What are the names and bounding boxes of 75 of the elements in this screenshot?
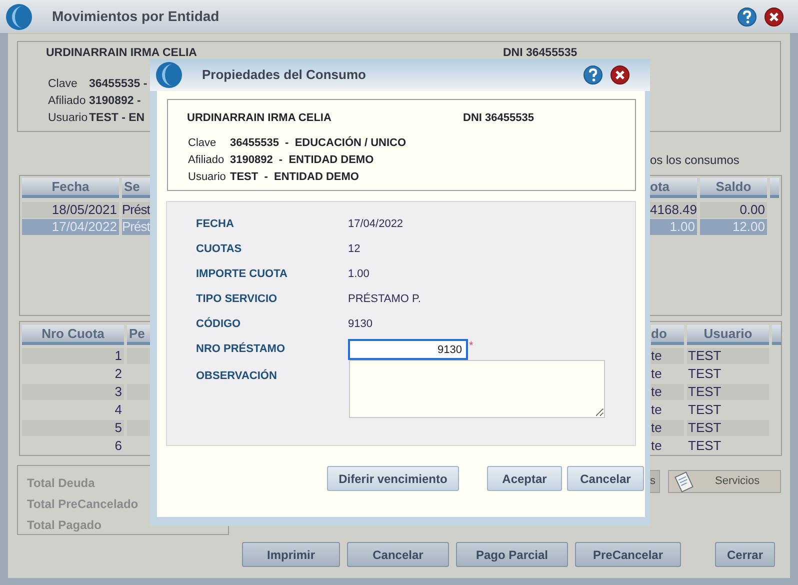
field-value: 1.00 xyxy=(348,267,370,282)
table-cell[interactable]: te xyxy=(651,384,684,400)
logo-icon xyxy=(5,2,33,30)
table-cell[interactable]: 4 xyxy=(22,402,124,418)
dialog-button[interactable]: Aceptar xyxy=(487,466,562,491)
table-cell[interactable]: 3 xyxy=(22,384,124,400)
logo-icon xyxy=(155,61,183,89)
window-title: Movimientos por Entidad xyxy=(52,7,220,26)
field-label: FECHA xyxy=(196,217,235,232)
table-cell[interactable]: 18/05/2021 xyxy=(22,202,119,218)
entity-dni: DNI 36455535 xyxy=(463,111,534,126)
field-label: Clave xyxy=(188,136,218,151)
field-value: 36455535 - xyxy=(89,77,148,92)
field-value: 9130 xyxy=(348,317,372,332)
table-cell[interactable]: te xyxy=(651,420,684,436)
table-cell[interactable]: 0.00 xyxy=(700,202,767,218)
field-value: 17/04/2022 xyxy=(348,217,404,232)
column-header[interactable] xyxy=(770,178,779,198)
table-cell[interactable]: te xyxy=(651,348,684,364)
total-label: Total Deuda xyxy=(27,475,96,491)
table-cell[interactable]: TEST xyxy=(687,402,769,418)
field-label: IMPORTE CUOTA xyxy=(196,267,288,282)
field-value: 3190892 - xyxy=(89,94,141,109)
table-cell[interactable]: 5 xyxy=(22,420,124,436)
field-value: TEST - ENTIDAD DEMO xyxy=(230,170,359,185)
field-value: 36455535 - EDUCACIÓN / UNICO xyxy=(230,135,406,151)
table-cell[interactable]: te xyxy=(651,366,684,382)
field-label: Usuario xyxy=(48,111,89,126)
help-icon[interactable] xyxy=(737,6,757,26)
close-icon[interactable] xyxy=(764,6,784,26)
required-mark: * xyxy=(469,340,474,352)
action-button[interactable]: Cerrar xyxy=(715,542,775,567)
column-header[interactable] xyxy=(772,325,781,345)
loan-number-field[interactable]: 9130 xyxy=(348,339,468,360)
table-cell[interactable]: TEST xyxy=(687,384,769,400)
field-value: 12 xyxy=(348,242,360,257)
action-button[interactable]: Pago Parcial xyxy=(456,542,568,567)
table-cell[interactable]: 6 xyxy=(22,438,124,454)
table-cell[interactable]: TEST xyxy=(687,366,769,382)
table-cell[interactable]: TEST xyxy=(687,420,769,436)
field-value: 3190892 - ENTIDAD DEMO xyxy=(230,152,374,168)
field-label: Afiliado xyxy=(48,94,87,109)
services-button[interactable]: Servicios xyxy=(668,470,781,493)
action-button[interactable]: Imprimir xyxy=(242,542,340,567)
dialog-button[interactable]: Diferir vencimiento xyxy=(327,466,459,491)
field-label: Clave xyxy=(48,77,78,92)
dialog-button[interactable]: Cancelar xyxy=(567,466,644,491)
entity-name: URDINARRAIN IRMA CELIA xyxy=(187,111,332,126)
table-cell[interactable]: 4168.49 xyxy=(650,202,697,218)
field-label: CÓDIGO xyxy=(196,316,242,332)
observation-field[interactable] xyxy=(349,360,605,418)
total-label: Total PreCancelado xyxy=(27,496,140,512)
table-cell[interactable]: te xyxy=(651,402,684,418)
help-icon[interactable] xyxy=(583,65,603,85)
filter-option: os los consumos xyxy=(650,153,740,167)
table-cell[interactable]: 2 xyxy=(22,366,124,382)
field-label: Usuario xyxy=(188,170,224,185)
table-cell[interactable]: TEST xyxy=(687,348,769,364)
action-button[interactable]: PreCancelar xyxy=(575,542,681,567)
total-label: Total Pagado xyxy=(27,517,102,533)
field-value: TEST - EN xyxy=(89,111,145,126)
entity-dni: DNI 36455535 xyxy=(503,46,578,60)
field-value: PRÉSTAMO P. xyxy=(348,292,421,307)
close-icon[interactable] xyxy=(610,65,630,85)
field-label: TIPO SERVICIO xyxy=(196,292,278,307)
field-label: OBSERVACIÓN xyxy=(196,368,278,384)
action-button[interactable]: Cancelar xyxy=(347,542,449,567)
field-label: CUOTAS xyxy=(196,242,243,257)
field-label: NRO PRÉSTAMO xyxy=(196,341,286,357)
table-cell[interactable]: te xyxy=(651,438,684,454)
table-cell[interactable]: TEST xyxy=(687,438,769,454)
dialog-title: Propiedades del Consumo xyxy=(202,66,366,84)
field-label: Afiliado xyxy=(188,152,224,168)
entity-name: URDINARRAIN IRMA CELIA xyxy=(46,46,198,60)
table-cell[interactable]: 1 xyxy=(22,348,124,364)
